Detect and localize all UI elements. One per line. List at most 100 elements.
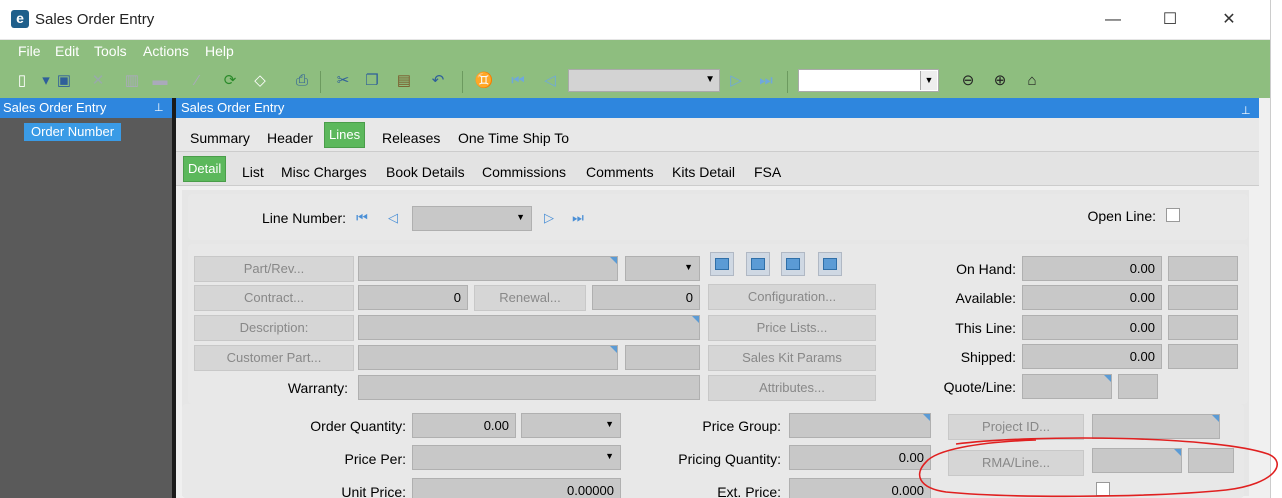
home-icon[interactable]: ⌂ bbox=[1022, 72, 1042, 90]
copy-window-icon[interactable] bbox=[818, 252, 842, 276]
new-icon[interactable]: ▯ bbox=[12, 72, 32, 90]
refresh-icon[interactable]: ⟳ bbox=[220, 72, 240, 90]
paste-icon[interactable]: ▤ bbox=[394, 72, 414, 90]
tab-header[interactable]: Header bbox=[267, 130, 313, 146]
menu-tools[interactable]: Tools bbox=[94, 43, 127, 59]
forward-icon[interactable]: ⊕ bbox=[990, 72, 1010, 90]
unit-price-field[interactable]: 0.00000 bbox=[412, 478, 621, 498]
window-icon[interactable] bbox=[781, 252, 805, 276]
renewal-field[interactable]: 0 bbox=[592, 285, 700, 310]
description-field[interactable] bbox=[358, 315, 700, 340]
quick-search-combo[interactable]: ▼ bbox=[798, 69, 939, 92]
annotation-circle bbox=[918, 437, 1278, 498]
attach-icon[interactable]: ▬ bbox=[150, 72, 170, 90]
customer-part-button[interactable]: Customer Part... bbox=[194, 345, 354, 371]
part-rev-button[interactable]: Part/Rev... bbox=[194, 256, 354, 282]
last-line-icon[interactable]: ⏭ bbox=[567, 206, 589, 230]
pin-icon[interactable]: ⊥ bbox=[154, 101, 164, 114]
contract-field[interactable]: 0 bbox=[358, 285, 468, 310]
quote-line-field[interactable] bbox=[1118, 374, 1158, 399]
this-line-uom-field bbox=[1168, 315, 1238, 340]
menu-help[interactable]: Help bbox=[205, 43, 234, 59]
quote-field[interactable] bbox=[1022, 374, 1112, 399]
order-quantity-label: Order Quantity: bbox=[310, 418, 406, 434]
tab-fsa[interactable]: FSA bbox=[754, 164, 781, 180]
record-selector[interactable]: ▼ bbox=[568, 69, 720, 92]
part-search-icon[interactable] bbox=[710, 252, 734, 276]
renewal-button[interactable]: Renewal... bbox=[474, 285, 586, 311]
cut-icon[interactable]: ✂ bbox=[333, 72, 353, 90]
attributes-button[interactable]: Attributes... bbox=[708, 375, 876, 401]
last-record-icon[interactable]: ⏭ bbox=[756, 72, 776, 90]
tab-one-time-ship-to[interactable]: One Time Ship To bbox=[458, 130, 569, 146]
toolbar: ▯ ▾ ▣ ✕ ▥ ▬ ⁄ ⟳ ◇ ⎙ ✂ ❐ ▤ ↶ ♊ ⏮ ◁ ▼ ▷ ⏭ … bbox=[0, 64, 1270, 98]
tab-comments[interactable]: Comments bbox=[586, 164, 654, 180]
customer-part-rev-field[interactable] bbox=[625, 345, 700, 370]
shipped-field: 0.00 bbox=[1022, 344, 1162, 369]
line-number-combo[interactable]: ▼ bbox=[412, 206, 532, 231]
tab-lines[interactable]: Lines bbox=[324, 122, 366, 148]
next-record-icon[interactable]: ▷ bbox=[726, 72, 746, 90]
customer-part-field[interactable] bbox=[358, 345, 618, 370]
price-lists-button[interactable]: Price Lists... bbox=[708, 315, 876, 341]
minimize-button[interactable]: — bbox=[1090, 6, 1136, 34]
eraser-icon[interactable]: ◇ bbox=[250, 72, 270, 90]
quote-line-label: Quote/Line: bbox=[943, 379, 1016, 395]
next-line-icon[interactable]: ▷ bbox=[538, 206, 560, 230]
delete-icon[interactable]: ✕ bbox=[88, 72, 108, 90]
tab-releases[interactable]: Releases bbox=[382, 130, 440, 146]
price-group-field[interactable] bbox=[789, 413, 931, 438]
previous-record-icon[interactable]: ◁ bbox=[540, 72, 560, 90]
toolbar-separator bbox=[320, 71, 321, 93]
close-button[interactable]: ✕ bbox=[1206, 6, 1252, 34]
main-panel-header: Sales Order Entry ⊥ bbox=[176, 98, 1259, 118]
print-icon[interactable]: ⎙ bbox=[292, 72, 312, 90]
first-record-icon[interactable]: ⏮ bbox=[508, 72, 528, 90]
warranty-label: Warranty: bbox=[287, 380, 348, 396]
contract-button[interactable]: Contract... bbox=[194, 285, 354, 311]
revision-combo[interactable]: ▼ bbox=[625, 256, 700, 281]
tab-commissions[interactable]: Commissions bbox=[482, 164, 566, 180]
menu-edit[interactable]: Edit bbox=[55, 43, 79, 59]
tab-book-details[interactable]: Book Details bbox=[386, 164, 465, 180]
primary-tab-row: Summary Header Lines Releases One Time S… bbox=[176, 118, 1259, 152]
tab-detail[interactable]: Detail bbox=[183, 156, 227, 182]
tab-list[interactable]: List bbox=[242, 164, 264, 180]
title-bar: e Sales Order Entry — ☐ ✕ bbox=[0, 0, 1270, 40]
dropdown-arrow-icon[interactable]: ▾ bbox=[36, 72, 56, 90]
tab-misc-charges[interactable]: Misc Charges bbox=[281, 164, 367, 180]
menu-actions[interactable]: Actions bbox=[143, 43, 189, 59]
sales-kit-params-button[interactable]: Sales Kit Params bbox=[708, 345, 876, 371]
open-line-checkbox[interactable] bbox=[1166, 208, 1180, 222]
book-icon[interactable]: ▥ bbox=[122, 72, 142, 90]
save-icon[interactable]: ▣ bbox=[54, 72, 74, 90]
tree-item-order-number[interactable]: Order Number bbox=[24, 123, 121, 141]
undo-icon[interactable]: ↶ bbox=[428, 72, 448, 90]
ext-price-label: Ext. Price: bbox=[717, 484, 781, 498]
pricing-quantity-field[interactable]: 0.00 bbox=[789, 445, 931, 470]
tab-kits-detail[interactable]: Kits Detail bbox=[672, 164, 735, 180]
image-icon[interactable] bbox=[746, 252, 770, 276]
available-uom-field bbox=[1168, 285, 1238, 310]
order-quantity-field[interactable]: 0.00 bbox=[412, 413, 516, 438]
price-per-combo[interactable]: ▼ bbox=[412, 445, 621, 470]
copy-icon[interactable]: ❐ bbox=[362, 72, 382, 90]
unit-price-label: Unit Price: bbox=[341, 484, 406, 498]
back-icon[interactable]: ⊖ bbox=[958, 72, 978, 90]
on-hand-field: 0.00 bbox=[1022, 256, 1162, 281]
this-line-label: This Line: bbox=[955, 320, 1016, 336]
pen-icon[interactable]: ⁄ bbox=[187, 72, 207, 90]
menu-file[interactable]: File bbox=[18, 43, 41, 59]
line-number-label: Line Number: bbox=[261, 210, 346, 226]
part-rev-field[interactable] bbox=[358, 256, 618, 281]
first-line-icon[interactable]: ⏮ bbox=[351, 206, 373, 230]
binoculars-icon[interactable]: ♊ bbox=[474, 72, 494, 90]
previous-line-icon[interactable]: ◁ bbox=[382, 206, 404, 230]
configuration-button[interactable]: Configuration... bbox=[708, 284, 876, 310]
available-field: 0.00 bbox=[1022, 285, 1162, 310]
tree-panel-title: Sales Order Entry bbox=[3, 100, 107, 115]
tab-summary[interactable]: Summary bbox=[190, 130, 250, 146]
order-uom-combo[interactable]: ▼ bbox=[521, 413, 621, 438]
maximize-button[interactable]: ☐ bbox=[1147, 6, 1193, 34]
warranty-field[interactable] bbox=[358, 375, 700, 400]
